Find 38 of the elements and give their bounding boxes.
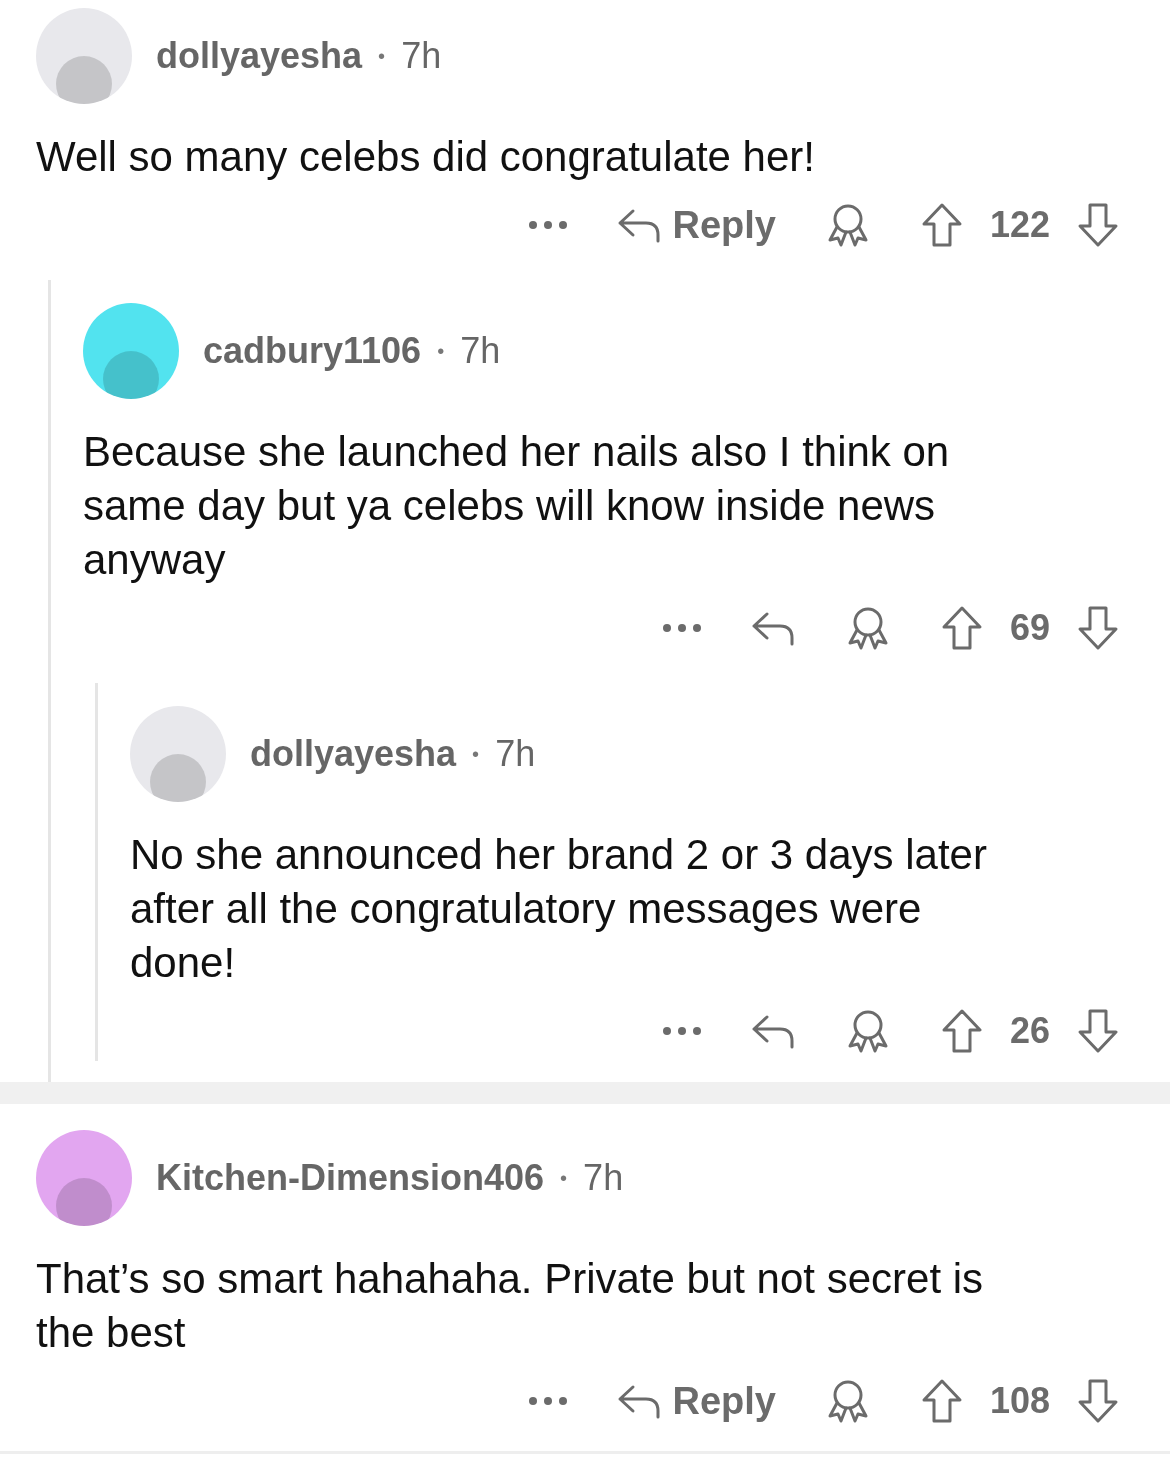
username[interactable]: dollyayesha: [156, 29, 363, 83]
downvote-icon: [1076, 605, 1120, 651]
timestamp: 7h: [495, 732, 536, 776]
username[interactable]: dollyayesha: [250, 727, 457, 781]
downvote-icon: [1076, 1008, 1120, 1054]
comment-text: That’s so smart hahahaha. Private but not secret is the best: [36, 1254, 985, 1358]
reply-button[interactable]: Reply: [616, 1372, 776, 1430]
separator-dot: •: [472, 742, 480, 767]
more-button[interactable]: [661, 1026, 702, 1036]
more-icon: [661, 1026, 702, 1036]
vote-count: 69: [1009, 606, 1050, 650]
more-button[interactable]: [528, 220, 569, 230]
comment-text: Because she launched her nails also I think on same day but ya celebs will know inside news anyway: [83, 427, 951, 585]
reply-button[interactable]: Reply: [616, 196, 776, 254]
downvote-button[interactable]: [1076, 202, 1120, 248]
downvote-button[interactable]: [1076, 605, 1120, 651]
more-icon: [661, 623, 702, 633]
username[interactable]: cadbury1106: [203, 324, 422, 378]
vote-count: 26: [1009, 1009, 1050, 1053]
timestamp: 7h: [401, 34, 442, 78]
timestamp: 7h: [583, 1156, 624, 1200]
more-icon: [528, 220, 569, 230]
more-button[interactable]: [528, 1396, 569, 1406]
more-button[interactable]: [661, 623, 702, 633]
separator-dot: •: [560, 1166, 568, 1191]
more-icon: [528, 1396, 569, 1406]
separator-dot: •: [437, 339, 445, 364]
downvote-icon: [1076, 1378, 1120, 1424]
downvote-button[interactable]: [1076, 1378, 1120, 1424]
vote-count: 108: [989, 1379, 1050, 1423]
username[interactable]: Kitchen-Dimension406: [156, 1151, 545, 1205]
timestamp: 7h: [460, 329, 501, 373]
comment-text: No she announced her brand 2 or 3 days later after all the congratulatory messages were done!: [130, 830, 988, 988]
vote-count: 122: [989, 203, 1050, 247]
separator-dot: •: [378, 44, 386, 69]
comment-text: Well so many celebs did congratulate her!: [36, 132, 816, 182]
downvote-button[interactable]: [1076, 1008, 1120, 1054]
downvote-icon: [1076, 202, 1120, 248]
